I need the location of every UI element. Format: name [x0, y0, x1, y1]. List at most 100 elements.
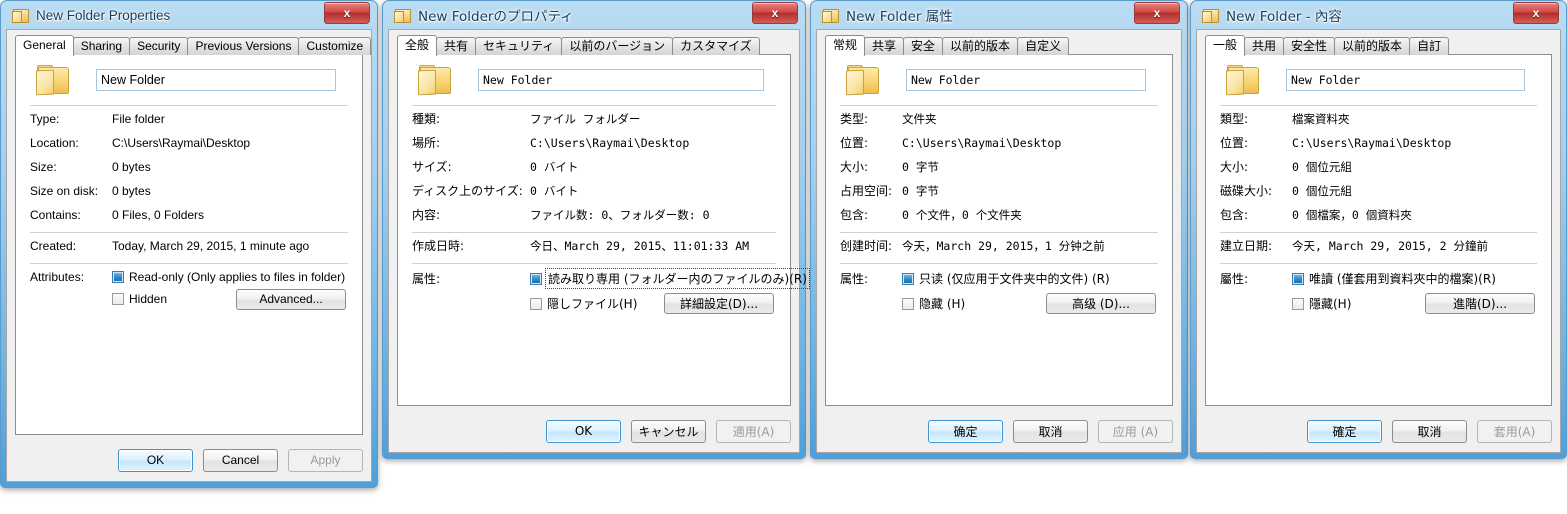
close-button[interactable]: x	[1513, 2, 1559, 24]
divider	[840, 105, 1158, 106]
created-value: Today, March 29, 2015, 1 minute ago	[112, 239, 310, 253]
readonly-label[interactable]: 唯讀 (僅套用到資料夾中的檔案)(R)	[1309, 270, 1496, 287]
info-value: 文件夹	[902, 112, 937, 126]
tab-1-2[interactable]: セキュリティ	[475, 37, 563, 55]
info-row: 磁碟大小: 0 個位元組	[1220, 184, 1537, 198]
tab-1-0[interactable]: 全般	[397, 35, 438, 56]
cancel-button[interactable]: 取消	[1013, 419, 1088, 443]
readonly-label[interactable]: Read-only (Only applies to files in fold…	[129, 270, 345, 284]
tab-1-3[interactable]: 以前のバージョン	[561, 37, 674, 55]
attributes-label: 属性:	[412, 272, 441, 286]
tab-0-2[interactable]: Security	[129, 37, 189, 55]
hidden-label[interactable]: 隐藏 (H)	[919, 295, 965, 312]
dialog-footer: 确定 取消 应用 (A)	[825, 418, 1173, 444]
hidden-checkbox[interactable]	[530, 297, 542, 310]
cancel-button[interactable]: Cancel	[203, 448, 278, 472]
folder-name-input[interactable]	[1286, 69, 1525, 91]
folder-name-input[interactable]	[906, 69, 1146, 91]
info-label: 種類:	[412, 112, 441, 126]
advanced-button[interactable]: 詳細設定(D)...	[664, 293, 774, 314]
hidden-label[interactable]: Hidden	[129, 292, 167, 306]
tab-2-2[interactable]: 安全	[903, 37, 944, 55]
tab-0-1[interactable]: Sharing	[72, 37, 131, 55]
folder-name-row	[826, 55, 1172, 99]
ok-button[interactable]: OK	[546, 419, 621, 443]
info-label: ディスク上のサイズ:	[412, 184, 523, 198]
tab-strip: General Sharing Security Previous Versions C…	[15, 35, 372, 56]
close-button[interactable]: x	[1134, 2, 1180, 24]
tab-0-3[interactable]: Previous Versions	[187, 37, 300, 55]
advanced-button[interactable]: 高级 (D)...	[1046, 293, 1156, 314]
readonly-checkbox[interactable]	[530, 272, 542, 285]
created-value: 今天，March 29, 2015，1 分钟之前	[902, 239, 1105, 253]
hidden-checkbox[interactable]	[112, 293, 124, 305]
folder-name-input[interactable]	[96, 69, 336, 91]
tab-3-0[interactable]: 一般	[1205, 35, 1246, 56]
ok-button[interactable]: 确定	[928, 419, 1003, 443]
folder-name-input[interactable]	[478, 69, 764, 91]
created-row: Created: Today, March 29, 2015, 1 minute…	[30, 239, 348, 253]
info-value: 0 bytes	[112, 160, 151, 174]
attributes-hidden-row: 隐藏 (H) 高级 (D)...	[840, 293, 1158, 314]
tab-2-3[interactable]: 以前的版本	[942, 37, 1019, 55]
info-label: 大小:	[840, 160, 869, 174]
folder-icon-small	[394, 8, 411, 23]
tab-2-4[interactable]: 自定义	[1017, 37, 1070, 55]
created-row: 作成日時: 今日、March 29, 2015、11:01:33 AM	[412, 239, 776, 253]
tab-1-4[interactable]: カスタマイズ	[672, 37, 760, 55]
info-label: 包含:	[840, 208, 869, 222]
advanced-button[interactable]: Advanced...	[236, 288, 346, 310]
attributes-section: Attributes: Read-only (Only applies to f…	[16, 270, 362, 310]
window-title: New Folderのプロパティ	[418, 9, 574, 25]
info-value: 0 個位元組	[1292, 184, 1352, 198]
folder-icon-small	[822, 8, 839, 23]
info-value: ファイル数: 0、フォルダー数: 0	[530, 208, 710, 222]
divider	[1220, 263, 1537, 264]
attributes-readonly-row: 属性: 読み取り専用 (フォルダー内のファイルのみ)(R)	[412, 268, 810, 289]
tab-3-1[interactable]: 共用	[1244, 37, 1285, 55]
hidden-checkbox[interactable]	[902, 297, 914, 310]
tab-0-0[interactable]: General	[15, 35, 74, 56]
divider	[1220, 105, 1537, 106]
properties-window-2[interactable]: New Folder 属性 x 常规共享安全以前的版本自定义 类型: 文件夹 位…	[810, 0, 1188, 459]
cancel-button[interactable]: 取消	[1392, 419, 1467, 443]
hidden-checkbox[interactable]	[1292, 297, 1304, 310]
close-button[interactable]: x	[324, 2, 370, 24]
readonly-checkbox[interactable]	[902, 272, 914, 285]
created-section: 作成日時: 今日、March 29, 2015、11:01:33 AM	[398, 239, 790, 253]
title-bar[interactable]: New Folder 属性 x	[816, 1, 1182, 29]
properties-window-0[interactable]: New Folder Properties x General Sharing Se…	[0, 0, 378, 488]
properties-window-1[interactable]: New Folderのプロパティ x 全般 共有 セキュリティ 以前のバージョン カスタ…	[382, 0, 810, 459]
properties-window-3[interactable]: New Folder - 內容 x 一般共用安全性以前的版本自訂 類型: 檔案資…	[1190, 0, 1567, 459]
tab-3-2[interactable]: 安全性	[1283, 37, 1336, 55]
readonly-label[interactable]: 読み取り専用 (フォルダー内のファイルのみ)(R)	[545, 268, 810, 289]
apply-button: 应用 (A)	[1098, 419, 1173, 443]
ok-button[interactable]: 確定	[1307, 419, 1382, 443]
cancel-button[interactable]: キャンセル	[631, 419, 706, 443]
attributes-section: 属性: 読み取り専用 (フォルダー内のファイルのみ)(R) 隠しファイル(H) …	[398, 268, 810, 314]
tab-3-3[interactable]: 以前的版本	[1334, 37, 1411, 55]
readonly-checkbox[interactable]	[1292, 272, 1304, 285]
info-label: 位置:	[840, 136, 869, 150]
hidden-label[interactable]: 隱藏(H)	[1309, 295, 1351, 312]
apply-button: Apply	[288, 448, 363, 472]
info-value: C:\Users\Raymai\Desktop	[530, 136, 690, 150]
tab-2-0[interactable]: 常规	[825, 35, 866, 56]
window-client-area: 常规共享安全以前的版本自定义 类型: 文件夹 位置: C:\Users\Raym…	[816, 29, 1182, 453]
advanced-button[interactable]: 進階(D)...	[1425, 293, 1535, 314]
hidden-label[interactable]: 隠しファイル(H)	[547, 295, 637, 312]
tab-strip: 常规 共享 安全 以前的版本 自定义	[825, 35, 1173, 56]
tab-1-1[interactable]: 共有	[436, 37, 477, 55]
title-bar[interactable]: New Folder - 內容 x	[1196, 1, 1561, 29]
close-button[interactable]: x	[752, 2, 798, 24]
title-bar[interactable]: New Folderのプロパティ x	[388, 1, 800, 29]
readonly-label[interactable]: 只读 (仅应用于文件夹中的文件) (R)	[919, 270, 1110, 287]
tab-0-4[interactable]: Customize	[298, 37, 372, 55]
ok-button[interactable]: OK	[118, 448, 193, 472]
info-label: Type:	[30, 112, 60, 126]
tab-2-1[interactable]: 共享	[864, 37, 905, 55]
readonly-checkbox[interactable]	[112, 271, 124, 283]
tab-3-4[interactable]: 自訂	[1409, 37, 1450, 55]
title-bar[interactable]: New Folder Properties x	[6, 1, 372, 29]
info-value: 0 字节	[902, 184, 939, 198]
